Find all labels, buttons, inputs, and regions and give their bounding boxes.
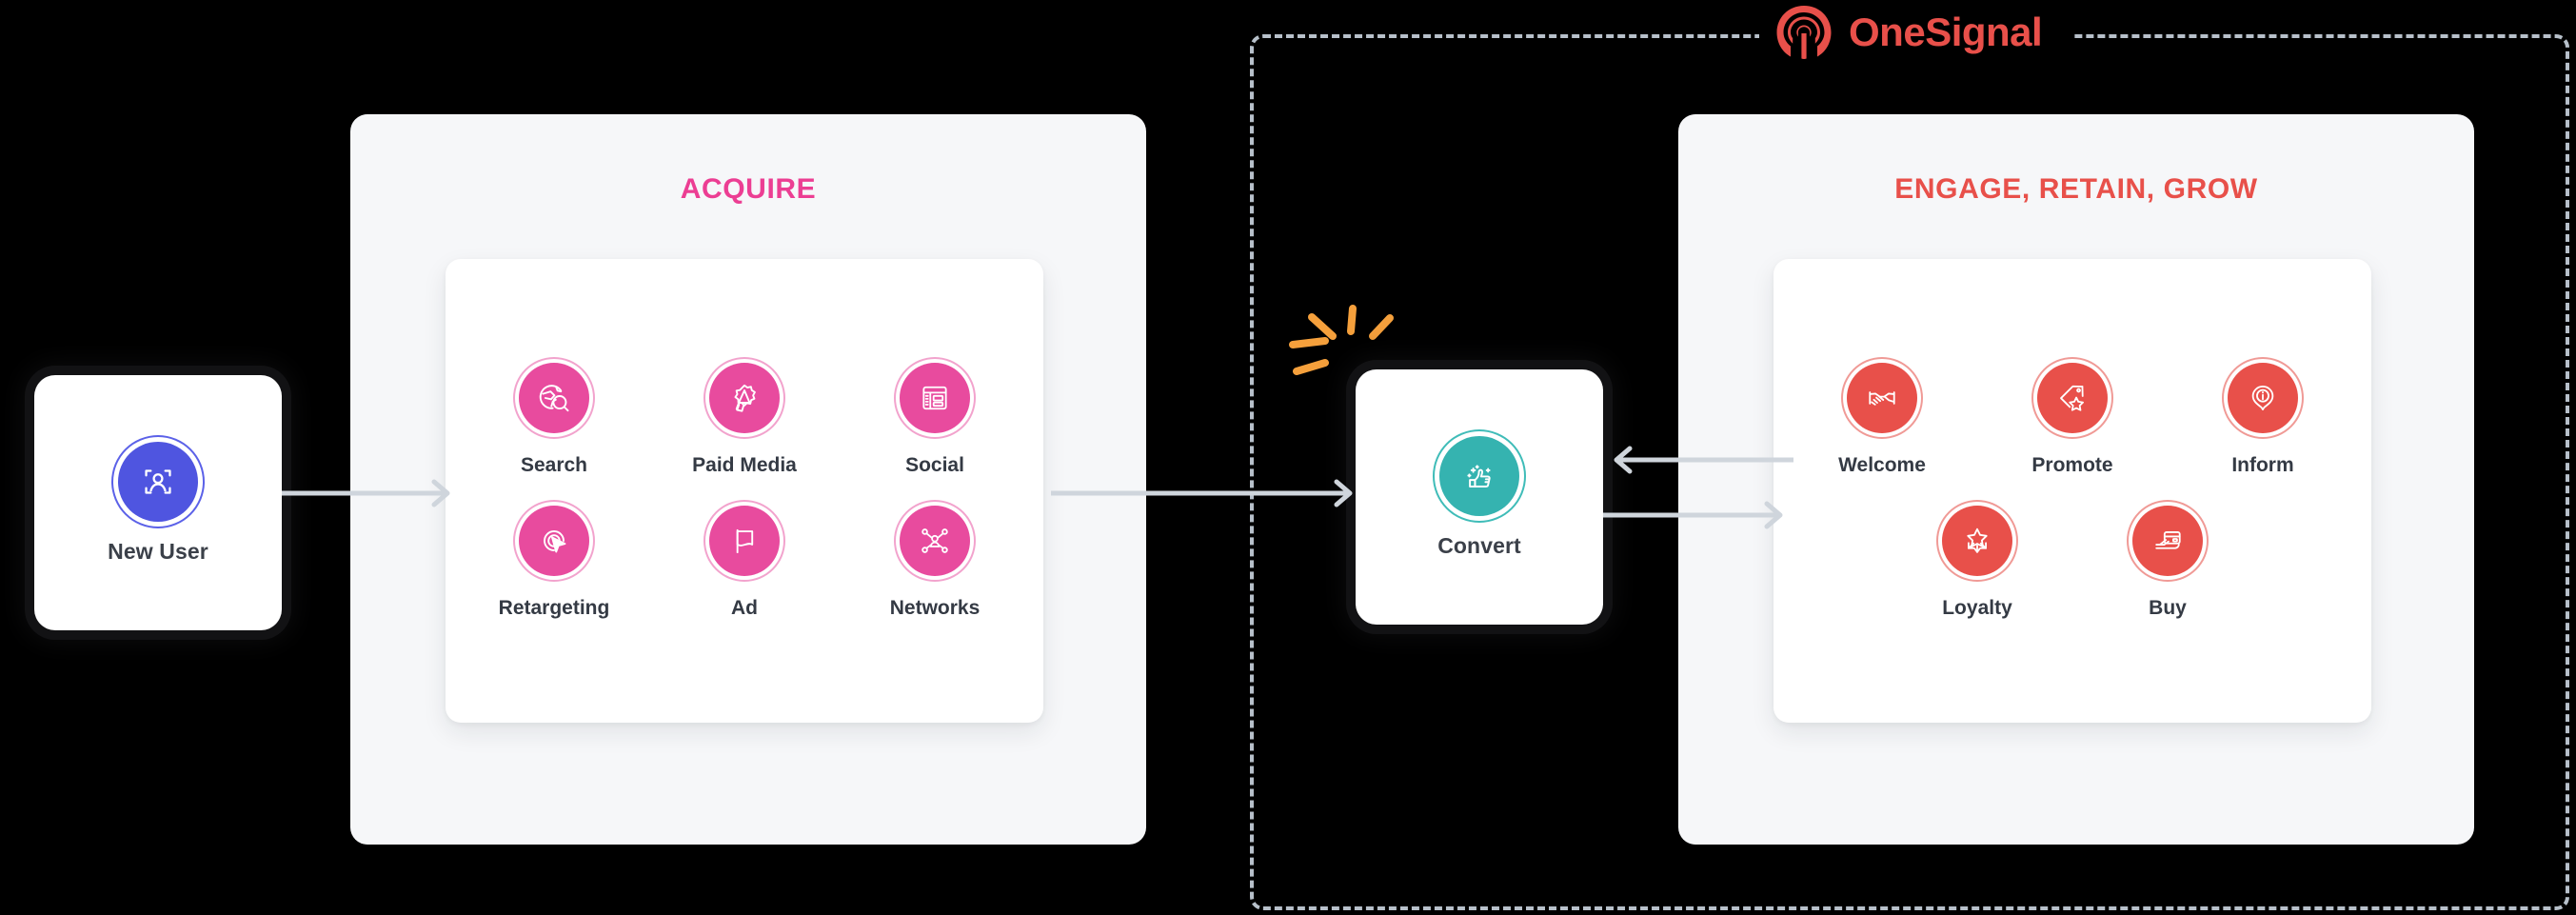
globe-search-icon xyxy=(519,362,589,433)
hand-card-icon xyxy=(2132,505,2203,576)
engage-panel-title: ENGAGE, RETAIN, GROW xyxy=(1894,173,2258,205)
engage-item-label: Inform xyxy=(2231,453,2294,476)
engage-item-label: Welcome xyxy=(1838,453,1926,476)
info-pin-icon xyxy=(2228,362,2298,433)
engage-icon-grid: Welcome Promote Inform Loyalty Buy xyxy=(1773,259,2371,723)
engage-item-welcome[interactable]: Welcome xyxy=(1806,362,1958,477)
engage-icon-row-2: Loyalty Buy xyxy=(1806,505,2339,620)
acquire-item-ad[interactable]: Ad xyxy=(668,505,821,620)
acquire-item-retargeting[interactable]: Retargeting xyxy=(478,505,630,620)
new-user-node[interactable]: New User xyxy=(34,375,282,630)
acquire-item-label: Search xyxy=(520,453,588,476)
acquire-icon-row-2: Retargeting Ad Networks xyxy=(478,505,1011,620)
convert-node[interactable]: Convert xyxy=(1356,369,1603,625)
social-layout-icon xyxy=(900,362,970,433)
new-user-label: New User xyxy=(108,538,208,564)
engage-panel: ENGAGE, RETAIN, GROW Welcome Promote Inf… xyxy=(1678,114,2474,845)
onesignal-logo: OneSignal xyxy=(1759,2,2073,63)
flag-icon xyxy=(709,505,780,576)
engage-icon-row-1: Welcome Promote Inform xyxy=(1806,362,2339,477)
user-scan-icon xyxy=(118,441,198,522)
onesignal-broadcast-icon xyxy=(1774,4,1833,61)
acquire-item-label: Social xyxy=(905,453,964,476)
acquire-panel: ACQUIRE Search Paid Media Social Retarge… xyxy=(350,114,1146,845)
convert-badge xyxy=(1439,435,1519,516)
network-nodes-icon xyxy=(900,505,970,576)
tag-star-icon xyxy=(2037,362,2108,433)
engage-channel-card: Welcome Promote Inform Loyalty Buy xyxy=(1773,259,2371,723)
engage-item-label: Loyalty xyxy=(1942,596,2012,619)
acquire-panel-title: ACQUIRE xyxy=(680,173,817,205)
handshake-icon xyxy=(1847,362,1917,433)
acquire-item-label: Retargeting xyxy=(498,596,610,619)
engage-item-inform[interactable]: Inform xyxy=(2187,362,2339,477)
acquire-item-label: Networks xyxy=(889,596,981,619)
acquire-channel-card: Search Paid Media Social Retargeting Ad … xyxy=(446,259,1043,723)
acquire-item-label: Paid Media xyxy=(692,453,797,476)
engage-item-promote[interactable]: Promote xyxy=(1996,362,2149,477)
onesignal-wordmark: OneSignal xyxy=(1849,10,2043,55)
megaphone-burst-icon xyxy=(709,362,780,433)
acquire-icon-row-1: Search Paid Media Social xyxy=(478,362,1011,477)
logo-word-one: One xyxy=(1849,10,1926,54)
acquire-item-search[interactable]: Search xyxy=(478,362,630,477)
acquire-item-social[interactable]: Social xyxy=(859,362,1011,477)
engage-item-loyalty[interactable]: Loyalty xyxy=(1901,505,2053,620)
engage-item-label: Promote xyxy=(2031,453,2113,476)
thumbs-up-sparkle-icon xyxy=(1439,435,1519,516)
convert-label: Convert xyxy=(1437,532,1521,558)
acquire-icon-grid: Search Paid Media Social Retargeting Ad … xyxy=(446,259,1043,723)
acquire-item-paid-media[interactable]: Paid Media xyxy=(668,362,821,477)
acquire-item-networks[interactable]: Networks xyxy=(859,505,1011,620)
star-burst-icon xyxy=(1942,505,2012,576)
acquire-item-label: Ad xyxy=(731,596,758,619)
engage-item-label: Buy xyxy=(2149,596,2187,619)
engage-item-buy[interactable]: Buy xyxy=(2091,505,2244,620)
target-cursor-icon xyxy=(519,505,589,576)
logo-word-signal: Signal xyxy=(1925,10,2043,54)
new-user-badge xyxy=(118,441,198,522)
